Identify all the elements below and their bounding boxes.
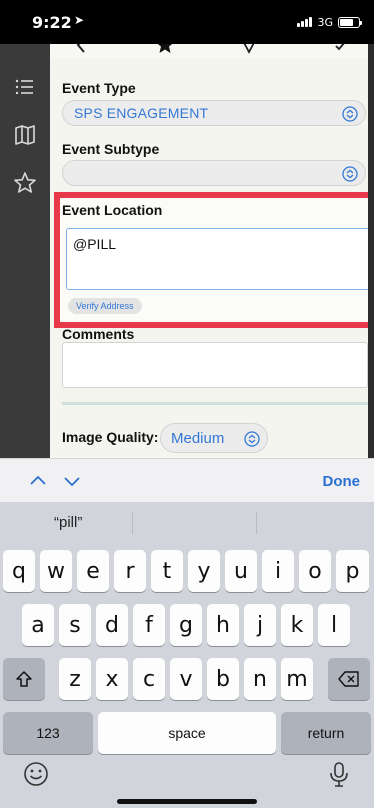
comments-input[interactable] <box>62 342 368 388</box>
list-icon[interactable] <box>12 74 38 100</box>
event-type-value: SPS ENGAGEMENT <box>74 105 209 121</box>
key-f[interactable]: f <box>133 604 165 646</box>
key-j[interactable]: j <box>244 604 276 646</box>
suggestion-item[interactable]: “pill” <box>54 514 82 531</box>
key-w[interactable]: w <box>40 550 72 592</box>
event-type-select[interactable]: SPS ENGAGEMENT <box>62 100 366 126</box>
map-icon[interactable] <box>12 122 38 148</box>
key-v[interactable]: v <box>170 658 202 700</box>
location-arrow-icon: ➤ <box>74 13 85 27</box>
key-g[interactable]: g <box>170 604 202 646</box>
shift-key[interactable] <box>3 658 45 700</box>
key-r[interactable]: r <box>114 550 146 592</box>
comments-label: Comments <box>62 326 135 342</box>
status-indicators: 3G <box>297 15 362 29</box>
key-b[interactable]: b <box>207 658 239 700</box>
app-window: Event Type SPS ENGAGEMENT Event Subtype … <box>0 44 374 458</box>
section-divider <box>62 402 368 405</box>
key-x[interactable]: x <box>96 658 128 700</box>
event-location-label: Event Location <box>62 202 163 218</box>
star-icon[interactable] <box>12 170 38 196</box>
key-n[interactable]: n <box>244 658 276 700</box>
done-button[interactable]: Done <box>323 473 361 490</box>
microphone-icon[interactable] <box>326 760 352 788</box>
image-quality-select[interactable]: Medium <box>160 423 268 453</box>
suggestion-divider <box>256 512 257 534</box>
key-c[interactable]: c <box>133 658 165 700</box>
key-h[interactable]: h <box>207 604 239 646</box>
event-subtype-label: Event Subtype <box>62 141 160 157</box>
signal-icon <box>297 17 313 27</box>
right-edge <box>368 44 374 458</box>
key-e[interactable]: e <box>77 550 109 592</box>
key-d[interactable]: d <box>96 604 128 646</box>
key-k[interactable]: k <box>281 604 313 646</box>
key-p[interactable]: p <box>336 550 369 592</box>
verify-address-button[interactable]: Verify Address <box>68 298 142 314</box>
location-pin-icon[interactable] <box>238 44 260 56</box>
key-t[interactable]: t <box>151 550 183 592</box>
select-arrows-icon <box>244 431 260 447</box>
event-location-highlight: Event Location @PILL Verify Address <box>54 192 374 328</box>
status-bar: 9:22 ➤ 3G <box>0 0 374 44</box>
home-indicator <box>117 799 257 804</box>
status-time: 9:22 <box>32 13 72 32</box>
key-a[interactable]: a <box>22 604 54 646</box>
event-type-label: Event Type <box>62 80 136 96</box>
emoji-icon[interactable] <box>22 760 50 788</box>
keyboard-accessory-bar: Done <box>0 458 374 502</box>
previous-field-icon[interactable] <box>28 471 48 491</box>
left-rail <box>0 44 50 458</box>
key-s[interactable]: s <box>59 604 91 646</box>
key-z[interactable]: z <box>59 658 91 700</box>
image-quality-value: Medium <box>171 430 225 447</box>
top-toolbar <box>50 44 374 58</box>
return-key[interactable]: return <box>281 712 371 754</box>
select-arrows-icon <box>342 166 358 182</box>
network-type: 3G <box>317 15 333 29</box>
space-key[interactable]: space <box>98 712 276 754</box>
keyboard: “pill” q w e r t y u i o p a s d f g h j… <box>0 502 374 808</box>
key-u[interactable]: u <box>225 550 257 592</box>
next-field-icon[interactable] <box>62 471 82 491</box>
numbers-key[interactable]: 123 <box>3 712 93 754</box>
key-i[interactable]: i <box>262 550 294 592</box>
event-form-panel: Event Type SPS ENGAGEMENT Event Subtype … <box>50 44 374 458</box>
key-q[interactable]: q <box>3 550 35 592</box>
shift-icon <box>16 671 32 687</box>
suggestion-divider <box>132 512 133 534</box>
event-location-input[interactable]: @PILL <box>66 228 370 290</box>
key-o[interactable]: o <box>299 550 331 592</box>
backspace-icon <box>338 671 359 687</box>
key-y[interactable]: y <box>188 550 220 592</box>
submit-check-icon[interactable] <box>326 44 348 56</box>
favorite-star-icon[interactable] <box>154 44 176 56</box>
select-arrows-icon <box>342 106 358 122</box>
key-l[interactable]: l <box>318 604 350 646</box>
back-chevron-icon[interactable] <box>70 44 92 56</box>
battery-icon <box>338 16 362 28</box>
backspace-key[interactable] <box>328 658 370 700</box>
image-quality-label: Image Quality: <box>62 429 159 445</box>
key-m[interactable]: m <box>281 658 313 700</box>
event-subtype-select[interactable] <box>62 160 366 186</box>
suggestion-bar: “pill” <box>0 502 374 542</box>
